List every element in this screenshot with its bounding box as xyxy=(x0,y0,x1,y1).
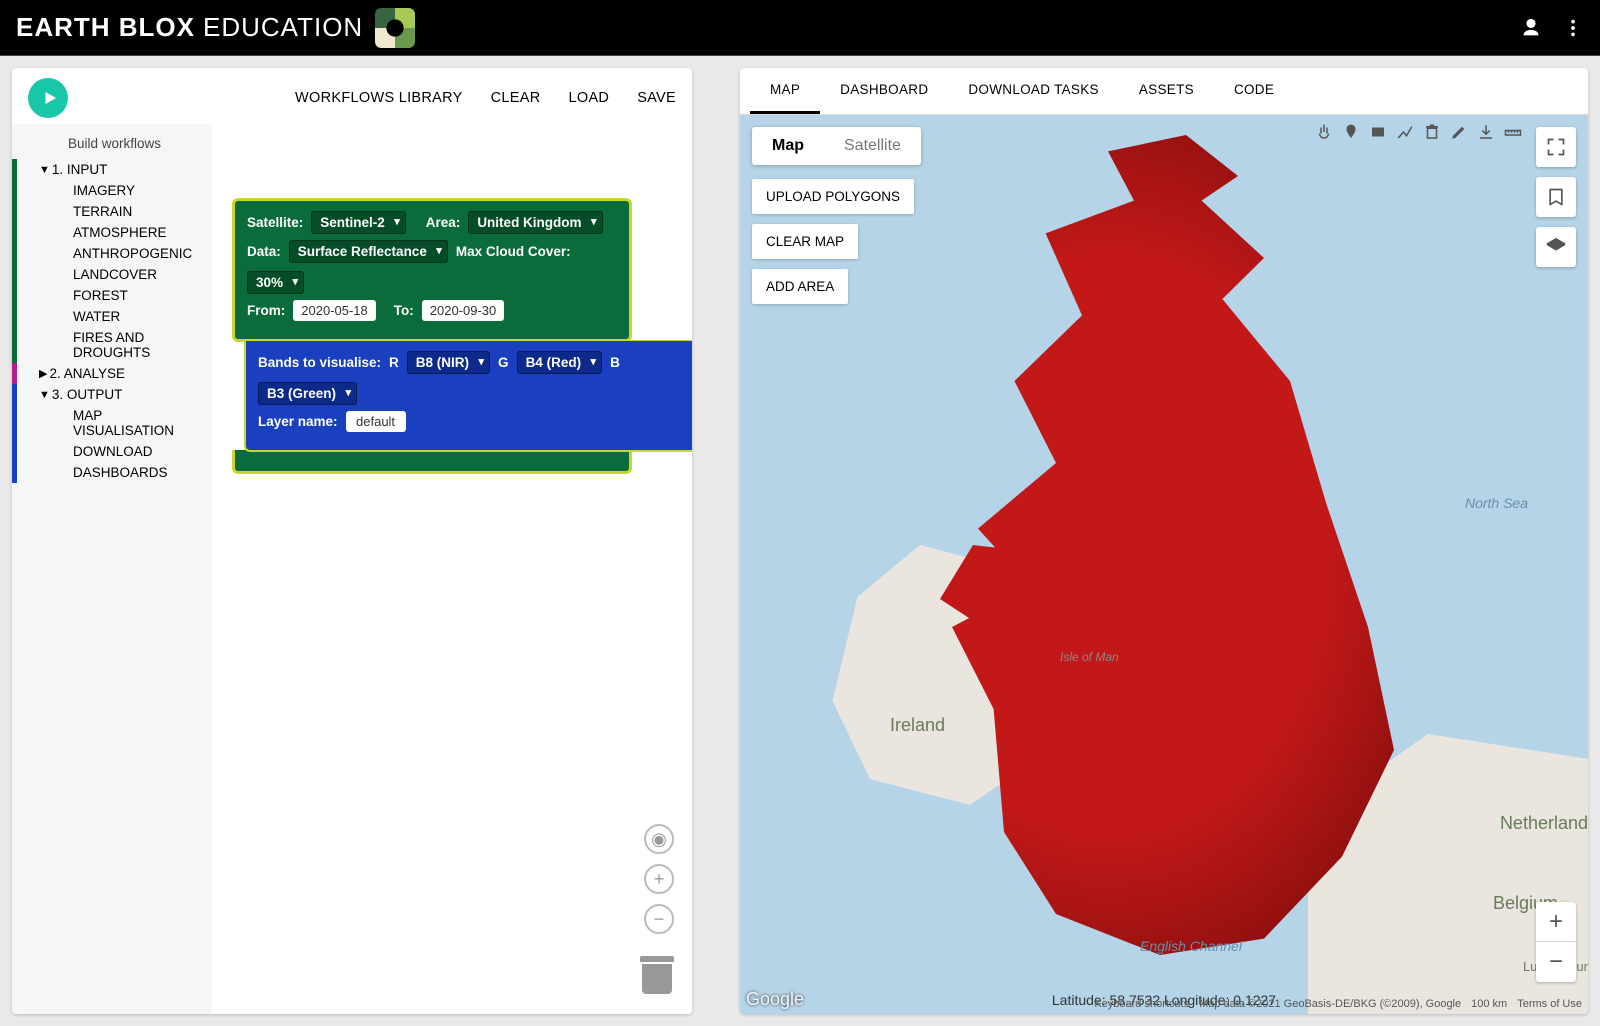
tab-download-tasks[interactable]: DOWNLOAD TASKS xyxy=(948,68,1118,114)
run-button[interactable] xyxy=(28,78,68,118)
zoom-in-ws-button[interactable]: + xyxy=(644,864,674,894)
tab-dashboard[interactable]: DASHBOARD xyxy=(820,68,948,114)
app-header: EARTH BLOX EDUCATION xyxy=(0,0,1600,56)
sidebar-item-water[interactable]: WATER xyxy=(12,306,212,327)
kebab-menu-icon[interactable] xyxy=(1562,17,1584,39)
block-footer[interactable] xyxy=(232,450,632,474)
main: WORKFLOWS LIBRARY CLEAR LOAD SAVE Build … xyxy=(0,56,1600,1026)
sidebar-title: Build workflows xyxy=(12,130,212,159)
map-scale: 100 km xyxy=(1471,998,1507,1010)
sidebar-item-imagery[interactable]: IMAGERY xyxy=(12,180,212,201)
r-dropdown[interactable]: B8 (NIR) xyxy=(407,351,490,374)
sidebar-item-anthropogenic[interactable]: ANTHROPOGENIC xyxy=(12,243,212,264)
user-icon[interactable] xyxy=(1520,17,1542,39)
line-tool-icon[interactable] xyxy=(1396,123,1414,141)
measure-tool-icon[interactable] xyxy=(1504,123,1522,141)
label-ireland: Ireland xyxy=(890,715,945,736)
output-panel: MAP DASHBOARD DOWNLOAD TASKS ASSETS CODE… xyxy=(740,68,1588,1014)
area-label: Area: xyxy=(426,215,461,230)
area-dropdown[interactable]: United Kingdom xyxy=(468,211,602,234)
zoom-in-button[interactable]: + xyxy=(1536,902,1576,942)
map[interactable]: Map Satellite UPLOAD POLYGONS CLEAR MAP … xyxy=(740,115,1588,1014)
sidebar-section-input[interactable]: ▼1. INPUT xyxy=(12,159,212,180)
sat-label: Satellite: xyxy=(247,215,303,230)
sidebar-item-fires[interactable]: FIRES AND DROUGHTS xyxy=(12,327,212,363)
from-label: From: xyxy=(247,303,285,318)
layer-input[interactable]: default xyxy=(346,411,406,432)
workspace[interactable]: Satellite: Sentinel-2 Area: United Kingd… xyxy=(212,124,692,1014)
trash-icon[interactable] xyxy=(640,956,674,994)
label-english-channel: English Channel xyxy=(1140,938,1242,954)
b-dropdown[interactable]: B3 (Green) xyxy=(258,382,357,405)
layers-icon[interactable] xyxy=(1536,227,1576,267)
keyboard-shortcuts[interactable]: Keyboard shortcuts xyxy=(1094,998,1189,1010)
sidebar-section-output[interactable]: ▼3. OUTPUT xyxy=(12,384,212,405)
sidebar-item-download[interactable]: DOWNLOAD xyxy=(12,441,212,462)
save-button[interactable]: SAVE xyxy=(637,90,676,106)
sidebar-item-dashboards[interactable]: DASHBOARDS xyxy=(12,462,212,483)
tab-code[interactable]: CODE xyxy=(1214,68,1294,114)
label-isle-of-man: Isle of Man xyxy=(1060,650,1119,664)
sidebar-section-analyse[interactable]: ▶2. ANALYSE xyxy=(12,363,212,384)
from-input[interactable]: 2020-05-18 xyxy=(293,300,376,321)
r-label: R xyxy=(389,355,399,370)
clear-map-button[interactable]: CLEAR MAP xyxy=(752,224,858,259)
brand-bold: EARTH BLOX xyxy=(16,12,195,43)
data-dropdown[interactable]: Surface Reflectance xyxy=(289,240,448,263)
layer-label: Layer name: xyxy=(258,414,338,429)
terms-of-use[interactable]: Terms of Use xyxy=(1517,998,1582,1010)
block-sidebar: Build workflows ▼1. INPUT IMAGERY TERRAI… xyxy=(12,124,212,1014)
input-block[interactable]: Satellite: Sentinel-2 Area: United Kingd… xyxy=(232,198,632,342)
hand-tool-icon[interactable] xyxy=(1315,123,1333,141)
brand-light: EDUCATION xyxy=(203,12,363,43)
sat-dropdown[interactable]: Sentinel-2 xyxy=(311,211,406,234)
zoom-out-ws-button[interactable]: − xyxy=(644,904,674,934)
sidebar-item-landcover[interactable]: LANDCOVER xyxy=(12,264,212,285)
google-logo: Google xyxy=(746,989,804,1010)
rect-tool-icon[interactable] xyxy=(1369,123,1387,141)
load-button[interactable]: LOAD xyxy=(569,90,610,106)
tab-assets[interactable]: ASSETS xyxy=(1119,68,1214,114)
download-tool-icon[interactable] xyxy=(1477,123,1495,141)
bookmark-icon[interactable] xyxy=(1536,177,1576,217)
maptype-map[interactable]: Map xyxy=(752,127,824,165)
center-icon[interactable]: ◉ xyxy=(644,824,674,854)
bands-label: Bands to visualise: xyxy=(258,355,381,370)
sidebar-item-atmosphere[interactable]: ATMOSPHERE xyxy=(12,222,212,243)
to-label: To: xyxy=(394,303,414,318)
label-netherlands: Netherland xyxy=(1500,813,1588,834)
sidebar-item-map-vis[interactable]: MAP VISUALISATION xyxy=(12,405,212,441)
data-label: Data: xyxy=(247,244,281,259)
workflow-panel: WORKFLOWS LIBRARY CLEAR LOAD SAVE Build … xyxy=(12,68,692,1014)
label-north-sea: North Sea xyxy=(1465,495,1528,511)
output-block[interactable]: Bands to visualise: R B8 (NIR) G B4 (Red… xyxy=(244,340,692,452)
map-data-attrib: Map data ©2021 GeoBasis-DE/BKG (©2009), … xyxy=(1199,998,1461,1010)
maptype-satellite[interactable]: Satellite xyxy=(824,127,921,165)
map-type-toggle: Map Satellite xyxy=(752,127,921,165)
workflows-library-button[interactable]: WORKFLOWS LIBRARY xyxy=(295,90,463,106)
clear-button[interactable]: CLEAR xyxy=(491,90,541,106)
upload-polygons-button[interactable]: UPLOAD POLYGONS xyxy=(752,179,914,214)
to-input[interactable]: 2020-09-30 xyxy=(422,300,505,321)
zoom-out-button[interactable]: − xyxy=(1536,942,1576,982)
g-label: G xyxy=(498,355,509,370)
g-dropdown[interactable]: B4 (Red) xyxy=(517,351,603,374)
brand: EARTH BLOX EDUCATION xyxy=(16,8,415,48)
brand-logo-icon xyxy=(375,8,415,48)
fullscreen-icon[interactable] xyxy=(1536,127,1576,167)
cloud-label: Max Cloud Cover: xyxy=(456,244,571,259)
tab-map[interactable]: MAP xyxy=(750,68,820,114)
delete-tool-icon[interactable] xyxy=(1423,123,1441,141)
edit-tool-icon[interactable] xyxy=(1450,123,1468,141)
add-area-button[interactable]: ADD AREA xyxy=(752,269,848,304)
sidebar-item-terrain[interactable]: TERRAIN xyxy=(12,201,212,222)
sidebar-item-forest[interactable]: FOREST xyxy=(12,285,212,306)
cloud-dropdown[interactable]: 30% xyxy=(247,271,304,294)
b-label: B xyxy=(610,355,620,370)
marker-tool-icon[interactable] xyxy=(1342,123,1360,141)
